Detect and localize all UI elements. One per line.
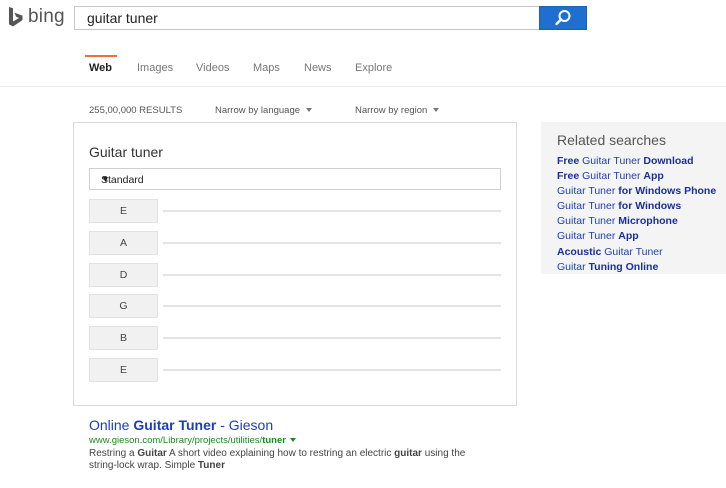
tab-maps[interactable]: Maps [253,62,280,74]
related-search-link[interactable]: Guitar Tuner for Windows Phone [557,184,716,199]
related-text: Guitar Tuner [579,155,644,167]
string-button-d[interactable]: D [89,263,158,287]
search-box[interactable] [74,6,539,30]
chevron-down-icon[interactable] [289,438,296,443]
related-text: Guitar Tuner [557,230,619,243]
string-row: B [89,326,501,350]
related-searches-title: Related searches [557,132,666,148]
related-search-link[interactable]: Free Guitar Tuner App [557,169,716,184]
related-bold: for Windows [618,200,682,213]
related-bold: Free [557,170,580,183]
string-row: E [89,199,501,223]
tab-news[interactable]: News [304,62,332,74]
related-bold: Microphone [618,215,678,228]
search-input[interactable] [87,7,527,29]
string-button-a[interactable]: A [89,231,158,255]
dropdown-arrow-icon: ▼ [101,174,110,184]
related-searches-list: Free Guitar Tuner Download Free Guitar T… [557,154,716,275]
string-line [163,369,501,371]
string-row: G [89,294,501,318]
related-bold: Acoustic [557,245,602,258]
string-row: E [89,358,501,382]
related-search-link[interactable]: Free Guitar Tuner Download [557,154,716,169]
result-snippet: Restring a Guitar A short video explaini… [89,448,489,472]
result-title-pre: Online [89,417,134,433]
narrow-by-region-dropdown[interactable]: Narrow by region [355,105,440,116]
string-line [163,242,501,244]
related-bold: App [643,170,664,183]
string-line [163,337,501,339]
string-button-e-low[interactable]: E [89,199,158,223]
snippet-bold: Tuner [197,460,225,471]
search-result: Online Guitar Tuner - Gieson www.gieson.… [89,417,509,472]
snippet-text: Restring a [89,448,138,459]
related-search-link[interactable]: Guitar Tuner App [557,229,716,244]
tab-images[interactable]: Images [137,62,173,74]
related-bold: Free [557,155,580,167]
result-title-link[interactable]: Online Guitar Tuner - Gieson [89,417,509,433]
string-row: A [89,231,501,255]
string-button-g[interactable]: G [89,294,158,318]
tab-web[interactable]: Web [89,62,112,74]
result-url-bold: tuner [262,435,286,446]
result-title-bold: Guitar Tuner [133,417,217,433]
related-text: Guitar [557,260,589,273]
related-text: Guitar Tuner [557,200,619,213]
related-text: Guitar Tuner [557,215,619,228]
related-searches-panel: Related searches Free Guitar Tuner Downl… [541,122,726,274]
related-search-link[interactable]: Guitar Tuning Online [557,260,716,275]
tuning-select[interactable]: Standard ▼ [89,168,501,190]
string-row: D [89,263,501,287]
string-button-b[interactable]: B [89,326,158,350]
string-line [163,210,501,212]
logo-text: bing [28,5,65,27]
bing-logo[interactable]: bing [8,6,65,28]
related-text: Guitar Tuner [557,185,619,198]
snippet-bold: Guitar [137,448,167,459]
narrow-by-region-label: Narrow by region [355,105,428,116]
narrow-by-language-dropdown[interactable]: Narrow by language [215,105,313,116]
guitar-tuner-card: Guitar tuner Standard ▼ E A D G B E [73,122,517,406]
result-url-pre: www.gieson.com/Library/projects/utilitie… [89,435,263,446]
related-bold: Tuning Online [588,260,659,273]
related-text: Guitar Tuner [579,170,644,183]
snippet-bold: guitar [394,448,422,459]
related-bold: for Windows Phone [618,185,717,198]
narrow-by-language-label: Narrow by language [215,105,301,116]
string-line [163,274,501,276]
related-search-link[interactable]: Acoustic Guitar Tuner [557,245,716,260]
bing-b-icon [9,7,23,27]
related-search-link[interactable]: Guitar Tuner for Windows [557,199,716,214]
string-line [163,305,501,307]
related-text: Guitar Tuner [601,245,663,258]
search-tabs: Web Images Videos Maps News Explore [0,52,726,87]
tuner-title: Guitar tuner [89,144,163,160]
active-tab-indicator [85,55,117,57]
result-title-post: - Gieson [216,417,274,433]
tab-explore[interactable]: Explore [355,62,392,74]
result-url[interactable]: www.gieson.com/Library/projects/utilitie… [89,435,509,446]
related-bold: Download [643,155,694,167]
header-bar: bing [0,0,726,38]
chevron-down-icon [433,108,440,113]
results-count: 255,00,000 RESULTS [89,105,183,116]
search-button[interactable] [539,6,587,30]
related-bold: App [618,230,639,243]
search-icon [555,10,571,26]
related-search-link[interactable]: Guitar Tuner Microphone [557,214,716,229]
tab-videos[interactable]: Videos [196,62,229,74]
string-button-e-high[interactable]: E [89,358,158,382]
chevron-down-icon [306,108,313,113]
snippet-text: A short video explaining how to restring… [166,448,395,459]
